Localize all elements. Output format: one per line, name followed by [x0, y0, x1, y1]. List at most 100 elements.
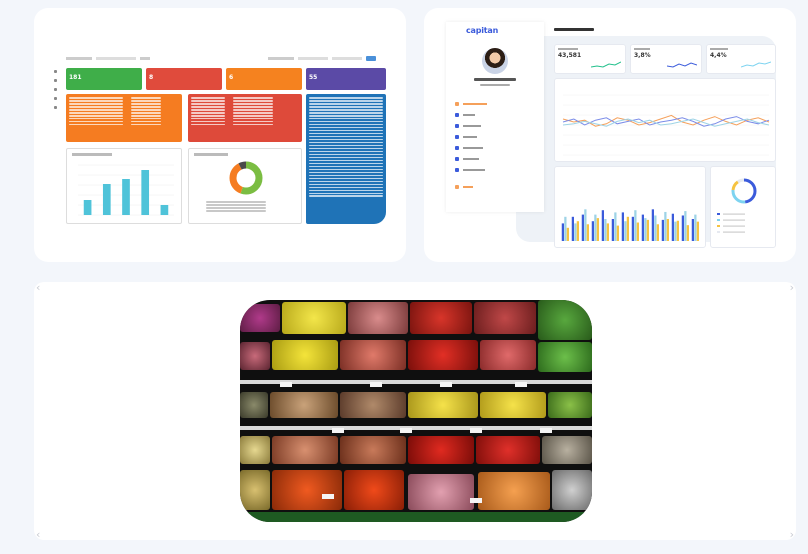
page-title: [554, 28, 594, 31]
bar: [576, 221, 579, 241]
bar: [654, 215, 657, 241]
bar: [696, 221, 699, 241]
bar: [646, 219, 649, 241]
users-icon: [455, 134, 459, 139]
dashboard-toolbar: [66, 54, 382, 62]
bar: [160, 205, 169, 215]
bar: [624, 221, 627, 241]
bar: [604, 219, 607, 241]
bar: [596, 218, 599, 241]
sidebar-item-stats[interactable]: [446, 109, 544, 120]
bar: [83, 200, 92, 215]
bar: [586, 224, 589, 241]
sidebar-item-users[interactable]: [446, 131, 544, 142]
sidebar-item-dashboard[interactable]: [446, 98, 544, 109]
messages-icon: [455, 156, 459, 161]
grouped-bar-chart: [561, 209, 699, 241]
red-data-panel: [188, 94, 302, 142]
bar: [656, 224, 659, 241]
kpi-tile-orange: 6: [226, 68, 302, 90]
brand-logo: capitan: [466, 26, 499, 35]
bar: [141, 170, 150, 215]
bar: [571, 216, 574, 241]
profile-name: [474, 78, 516, 81]
bar: [644, 218, 647, 241]
kpi-tile-green: 181: [66, 68, 142, 90]
bar: [626, 216, 629, 241]
donut-chart-panel: [710, 166, 776, 248]
bar: [606, 223, 609, 241]
admin-dashboard-preview-card[interactable]: 181 8 6 55: [34, 8, 406, 262]
bar: [616, 225, 619, 241]
kpi-value: 181: [69, 74, 82, 81]
kpi-tile-red: 8: [146, 68, 222, 90]
line-chart: [562, 94, 770, 156]
bar-chart-panel: [554, 166, 706, 248]
bar: [561, 223, 564, 241]
logout-icon: [455, 184, 459, 189]
sidebar-item-reports[interactable]: [446, 120, 544, 131]
chevron-right-icon[interactable]: ›: [790, 529, 794, 540]
kpi-card: 3,8%: [630, 44, 702, 74]
dashboard-sidebar: [54, 70, 60, 130]
kpi-value: 6: [229, 74, 234, 81]
bar: [581, 214, 584, 241]
bar: [594, 214, 597, 241]
reports-icon: [455, 123, 459, 128]
sidebar-item-notifications[interactable]: [446, 164, 544, 175]
produce-image-card[interactable]: ‹ › ‹ ›: [34, 282, 796, 540]
legend-swatch: [717, 231, 720, 233]
bar: [634, 210, 637, 241]
bar: [611, 219, 614, 241]
chevron-left-icon[interactable]: ‹: [36, 529, 40, 540]
sidebar-menu: [446, 98, 544, 192]
bar: [674, 221, 677, 241]
bar: [601, 210, 604, 241]
dashboard-icon: [455, 101, 459, 106]
sidebar-item-calendar[interactable]: [446, 142, 544, 153]
stats-icon: [455, 112, 459, 117]
bar: [614, 212, 617, 241]
bar: [631, 216, 634, 241]
analytics-dashboard-screenshot: capitan 43,581 3,8% 4,4%: [446, 22, 776, 248]
bar: [636, 222, 639, 241]
bar: [684, 211, 687, 241]
kpi-value: 55: [309, 74, 318, 81]
bar: [102, 184, 111, 215]
profile-role: [480, 84, 510, 86]
kpi-value: 43,581: [558, 52, 582, 59]
legend-swatch: [717, 219, 720, 221]
legend-label: [723, 231, 745, 233]
legend-label: [723, 225, 745, 227]
donut-chart: [717, 178, 757, 233]
blue-text-panel: [306, 94, 386, 224]
legend-label: [723, 219, 745, 221]
donut-chart: [229, 161, 263, 195]
legend-label: [723, 213, 745, 215]
produce-shelves-photo: [240, 300, 592, 522]
kpi-tile-purple: 55: [306, 68, 386, 90]
bar: [574, 223, 577, 241]
bar: [661, 219, 664, 241]
admin-dashboard-screenshot: 181 8 6 55: [54, 48, 386, 224]
bar-chart-panel: [66, 148, 182, 224]
analytics-dashboard-preview-card[interactable]: capitan 43,581 3,8% 4,4%: [424, 8, 796, 262]
chevron-right-icon[interactable]: ›: [790, 282, 794, 293]
kpi-value: 4,4%: [710, 52, 727, 59]
sidebar-item-logout[interactable]: [446, 181, 544, 192]
bar: [666, 219, 669, 241]
bar: [584, 209, 587, 241]
bar: [641, 214, 644, 241]
kpi-value: 3,8%: [634, 52, 651, 59]
bell-icon: [455, 167, 459, 172]
donut-chart-panel: [188, 148, 302, 224]
bar-chart: [78, 164, 174, 216]
bar: [651, 209, 654, 241]
bar: [681, 215, 684, 241]
sidebar-item-messages[interactable]: [446, 153, 544, 164]
chevron-left-icon[interactable]: ‹: [36, 282, 40, 293]
avatar: [482, 48, 508, 74]
bar: [671, 213, 674, 241]
legend-swatch: [717, 225, 720, 227]
legend-swatch: [717, 213, 720, 215]
